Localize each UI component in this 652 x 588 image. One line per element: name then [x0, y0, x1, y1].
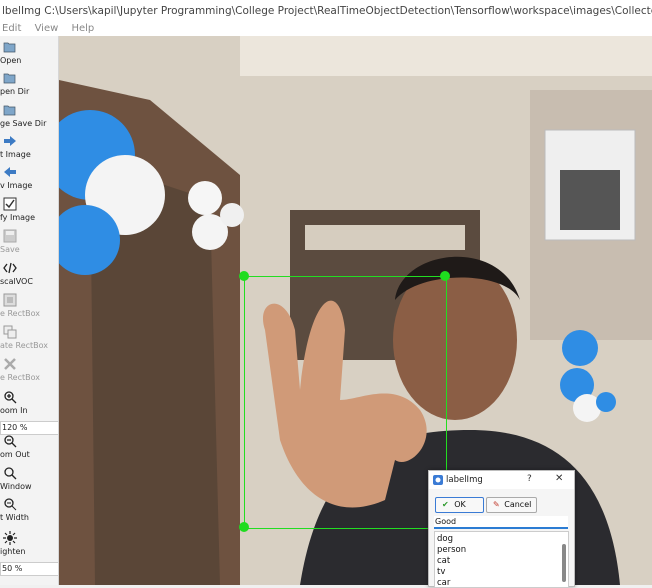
list-item[interactable]: cat — [437, 556, 450, 566]
fit-width-icon — [4, 498, 17, 511]
zoom-in-label: oom In — [0, 406, 28, 415]
zoom-out-label: om Out — [0, 450, 30, 459]
cancel-icon: ✎ — [493, 500, 500, 509]
dialog-titlebar: labelImg ? ✕ — [429, 471, 574, 489]
window-title: lbelImg C:\Users\kapil\Jupyter Programmi… — [0, 0, 652, 22]
menu-bar: Edit View Help — [0, 22, 652, 36]
list-item[interactable]: person — [437, 545, 466, 555]
brighten-label: ighten — [0, 547, 26, 556]
save-icon — [3, 229, 17, 243]
zoom-in-icon — [4, 391, 17, 404]
brightness-icon — [3, 531, 17, 545]
arrow-right-icon — [4, 136, 16, 146]
arrow-left-icon — [4, 167, 16, 177]
delete-rectbox-icon — [4, 358, 16, 370]
label-dialog: labelImg ? ✕ ✔ OK ✎ Cancel Good dog pers… — [428, 470, 575, 588]
menu-help[interactable]: Help — [71, 22, 94, 36]
bbox-handle-top-left[interactable] — [239, 271, 249, 281]
cancel-button[interactable]: ✎ Cancel — [486, 497, 537, 513]
dialog-title: labelImg — [446, 475, 483, 485]
folder-save-icon — [3, 105, 16, 116]
ok-button[interactable]: ✔ OK — [435, 497, 484, 513]
fit-window-icon — [4, 467, 17, 480]
label-list: dog person cat tv car — [434, 531, 569, 588]
list-item[interactable]: tv — [437, 567, 445, 577]
help-icon[interactable]: ? — [527, 474, 532, 484]
cancel-label: Cancel — [504, 500, 532, 509]
list-scrollbar[interactable] — [562, 544, 566, 582]
app-icon — [433, 475, 443, 485]
open-dir-label: pen Dir — [0, 87, 30, 96]
code-icon — [3, 262, 17, 274]
ok-label: OK — [454, 500, 466, 509]
label-input[interactable]: Good — [434, 516, 568, 529]
verify-image-label: fy Image — [0, 213, 36, 222]
toolbar: Open pen Dir ge Save Dir t Image v Image… — [0, 36, 59, 585]
bbox-handle-bottom-left[interactable] — [239, 522, 249, 532]
create-rectbox-label: e RectBox — [0, 309, 40, 318]
folder-open-icon — [3, 42, 16, 53]
checkbox-icon — [3, 197, 17, 211]
bbox-handle-top-right[interactable] — [440, 271, 450, 281]
menu-view[interactable]: View — [35, 22, 59, 36]
open-label: Open — [0, 56, 22, 65]
save-label: Save — [0, 245, 20, 254]
check-icon: ✔ — [442, 500, 449, 509]
menu-edit[interactable]: Edit — [2, 22, 21, 36]
zoom-out-icon — [4, 435, 17, 448]
fit-width-label: t Width — [0, 513, 29, 522]
duplicate-rectbox-label: ate RectBox — [0, 341, 49, 350]
brightness-value[interactable]: 50 % — [0, 562, 58, 576]
bounding-box[interactable] — [244, 276, 447, 529]
prev-image-label: v Image — [0, 181, 33, 190]
create-rectbox-icon — [3, 293, 17, 307]
list-item[interactable]: dog — [437, 534, 453, 544]
list-item[interactable]: car — [437, 578, 450, 587]
next-image-label: t Image — [0, 150, 31, 159]
change-save-dir-label: ge Save Dir — [0, 119, 47, 128]
fit-window-label: Window — [0, 482, 32, 491]
folder-icon — [3, 73, 16, 84]
zoom-value[interactable]: 120 % — [0, 421, 58, 435]
pascal-voc-label: scalVOC — [0, 277, 33, 286]
delete-rectbox-label: e RectBox — [0, 373, 40, 382]
duplicate-rectbox-icon — [3, 325, 17, 339]
close-icon[interactable]: ✕ — [555, 473, 563, 484]
